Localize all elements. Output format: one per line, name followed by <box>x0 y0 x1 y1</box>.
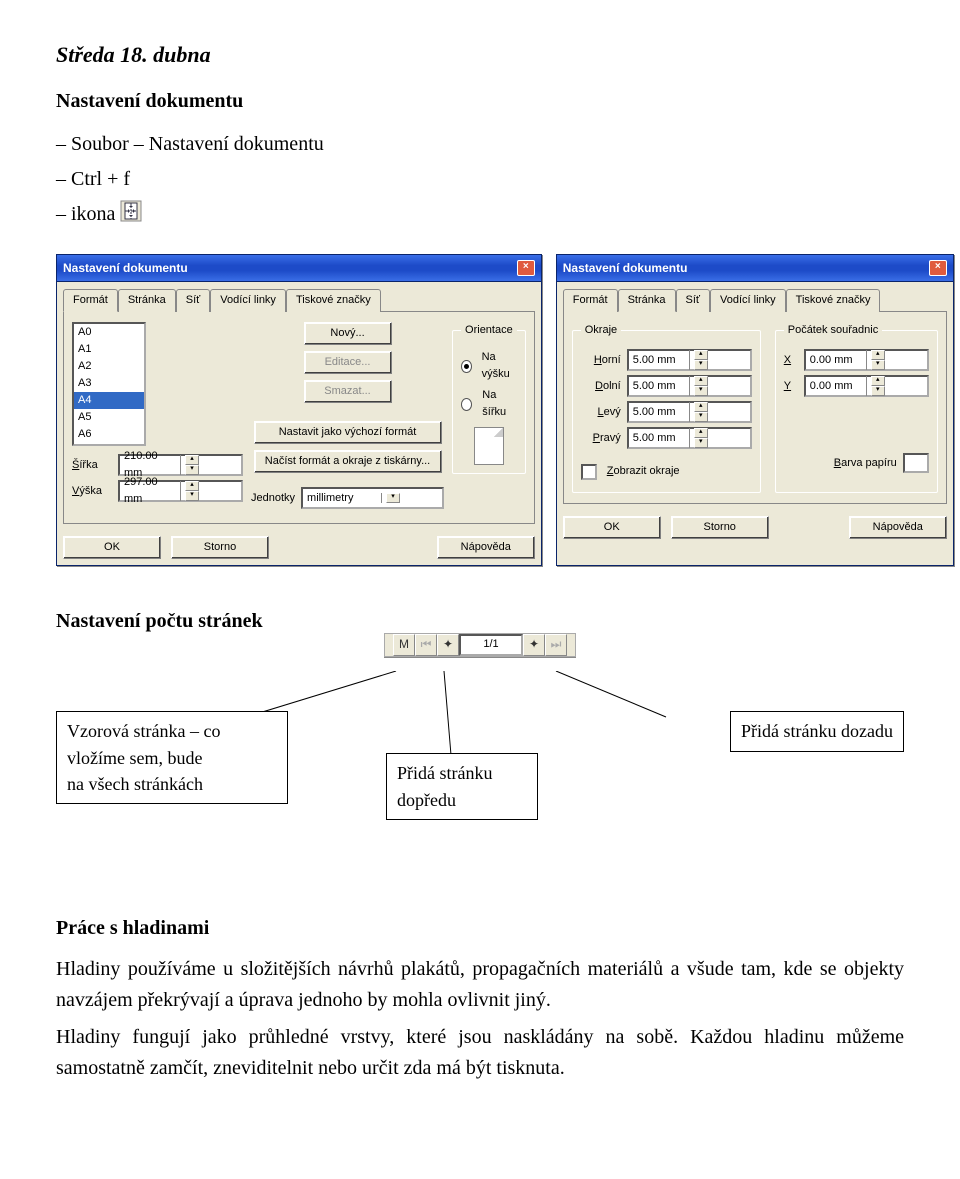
left-input[interactable]: 5.00 mm▴▾ <box>627 401 752 423</box>
page-preview-icon <box>474 427 504 465</box>
orientation-legend: Orientace <box>461 322 517 339</box>
paper-size-list[interactable]: A0 A1 A2 A3 A4 A5 A6 B4 B5 <box>72 322 146 446</box>
page-navigator: M ⏮ ✦ 1/1 ✦ ⏭ <box>384 633 576 657</box>
y-input[interactable]: 0.00 mm▴▾ <box>804 375 929 397</box>
add-page-before-button[interactable]: ✦ <box>437 634 459 656</box>
delete-button[interactable]: Smazat... <box>304 380 392 403</box>
edit-button[interactable]: Editace... <box>304 351 392 374</box>
tab-grid[interactable]: Síť <box>176 289 211 312</box>
last-page-button[interactable]: ⏭ <box>545 634 567 656</box>
dialog-format: Nastavení dokumentu × Formát Stránka Síť… <box>56 254 542 567</box>
bullet-3: ikona <box>71 203 115 225</box>
page-indicator[interactable]: 1/1 <box>459 634 523 656</box>
page-setup-icon <box>120 200 142 232</box>
right-label: Pravý <box>581 430 621 447</box>
cancel-button[interactable]: Storno <box>171 536 269 559</box>
page-date: Středa 18. dubna <box>56 38 904 72</box>
show-margins-checkbox[interactable]: Zobrazit okraje <box>581 463 752 480</box>
bullet-1: Soubor – Nastavení dokumentu <box>71 133 324 155</box>
callout-add-after: Přidá stránku dozadu <box>730 711 904 751</box>
origin-legend: Počátek souřadnic <box>784 322 883 339</box>
right-input[interactable]: 5.00 mm▴▾ <box>627 427 752 449</box>
dialog-title-2: Nastavení dokumentu <box>563 259 688 278</box>
first-page-button[interactable]: ⏮ <box>415 634 437 656</box>
tab-page[interactable]: Stránka <box>618 289 676 312</box>
layers-para-1: Hladiny používáme u složitějších návrhů … <box>56 954 904 1016</box>
help-button[interactable]: Nápověda <box>437 536 535 559</box>
tab-format[interactable]: Formát <box>563 289 618 312</box>
units-label: Jednotky <box>251 490 295 507</box>
paper-color-label: Barva papíru <box>834 455 897 472</box>
bullet-list: Soubor – Nastavení dokumentu Ctrl + f ik… <box>56 127 904 233</box>
top-label: Horní <box>581 352 621 369</box>
tab-grid[interactable]: Síť <box>676 289 711 312</box>
margins-group: Okraje Horní 5.00 mm▴▾ Dolní 5.00 mm▴▾ L… <box>572 322 761 493</box>
top-input[interactable]: 5.00 mm▴▾ <box>627 349 752 371</box>
new-button[interactable]: Nový... <box>304 322 392 345</box>
section-layers: Práce s hladinami <box>56 913 904 944</box>
units-select[interactable]: millimetry▾ <box>301 487 444 509</box>
close-icon[interactable]: × <box>929 260 947 276</box>
left-label: Levý <box>581 404 621 421</box>
set-default-button[interactable]: Nastavit jako výchozí formát <box>254 421 442 444</box>
margins-legend: Okraje <box>581 322 621 339</box>
y-label: Y <box>784 378 798 395</box>
add-page-after-button[interactable]: ✦ <box>523 634 545 656</box>
tab-format[interactable]: Formát <box>63 289 118 312</box>
dialog-page: Nastavení dokumentu × Formát Stránka Síť… <box>556 254 954 567</box>
radio-portrait[interactable]: Na výšku <box>461 349 517 383</box>
bottom-label: Dolní <box>581 378 621 395</box>
origin-group: Počátek souřadnic X 0.00 mm▴▾ Y 0.00 mm▴… <box>775 322 938 493</box>
height-label: Výška <box>72 483 112 500</box>
x-label: X <box>784 352 798 369</box>
ok-button[interactable]: OK <box>63 536 161 559</box>
tab-marks[interactable]: Tiskové značky <box>786 289 881 312</box>
width-input[interactable]: 210.00 mm▴▾ <box>118 454 243 476</box>
tab-guides[interactable]: Vodící linky <box>210 289 286 312</box>
master-page-button[interactable]: M <box>393 634 415 656</box>
orientation-group: Orientace Na výšku Na šířku <box>452 322 526 474</box>
paper-color-well[interactable] <box>903 453 929 473</box>
cancel-button[interactable]: Storno <box>671 516 769 539</box>
close-icon[interactable]: × <box>517 260 535 276</box>
bullet-2: Ctrl + f <box>71 168 130 190</box>
x-input[interactable]: 0.00 mm▴▾ <box>804 349 929 371</box>
tab-page[interactable]: Stránka <box>118 289 176 312</box>
callout-add-before: Přidá stránku dopředu <box>386 753 538 819</box>
callout-master-page: Vzorová stránka – co vložíme sem, bude n… <box>56 711 288 803</box>
load-from-printer-button[interactable]: Načíst formát a okraje z tiskárny... <box>254 450 442 473</box>
dialog-title-1: Nastavení dokumentu <box>63 259 188 278</box>
help-button[interactable]: Nápověda <box>849 516 947 539</box>
ok-button[interactable]: OK <box>563 516 661 539</box>
width-label: Šířka <box>72 457 112 474</box>
radio-landscape[interactable]: Na šířku <box>461 387 517 421</box>
section-document-settings: Nastavení dokumentu <box>56 86 904 117</box>
tab-guides[interactable]: Vodící linky <box>710 289 786 312</box>
tab-marks[interactable]: Tiskové značky <box>286 289 381 312</box>
bottom-input[interactable]: 5.00 mm▴▾ <box>627 375 752 397</box>
height-input[interactable]: 297.00 mm▴▾ <box>118 480 243 502</box>
layers-para-2: Hladiny fungují jako průhledné vrstvy, k… <box>56 1022 904 1084</box>
